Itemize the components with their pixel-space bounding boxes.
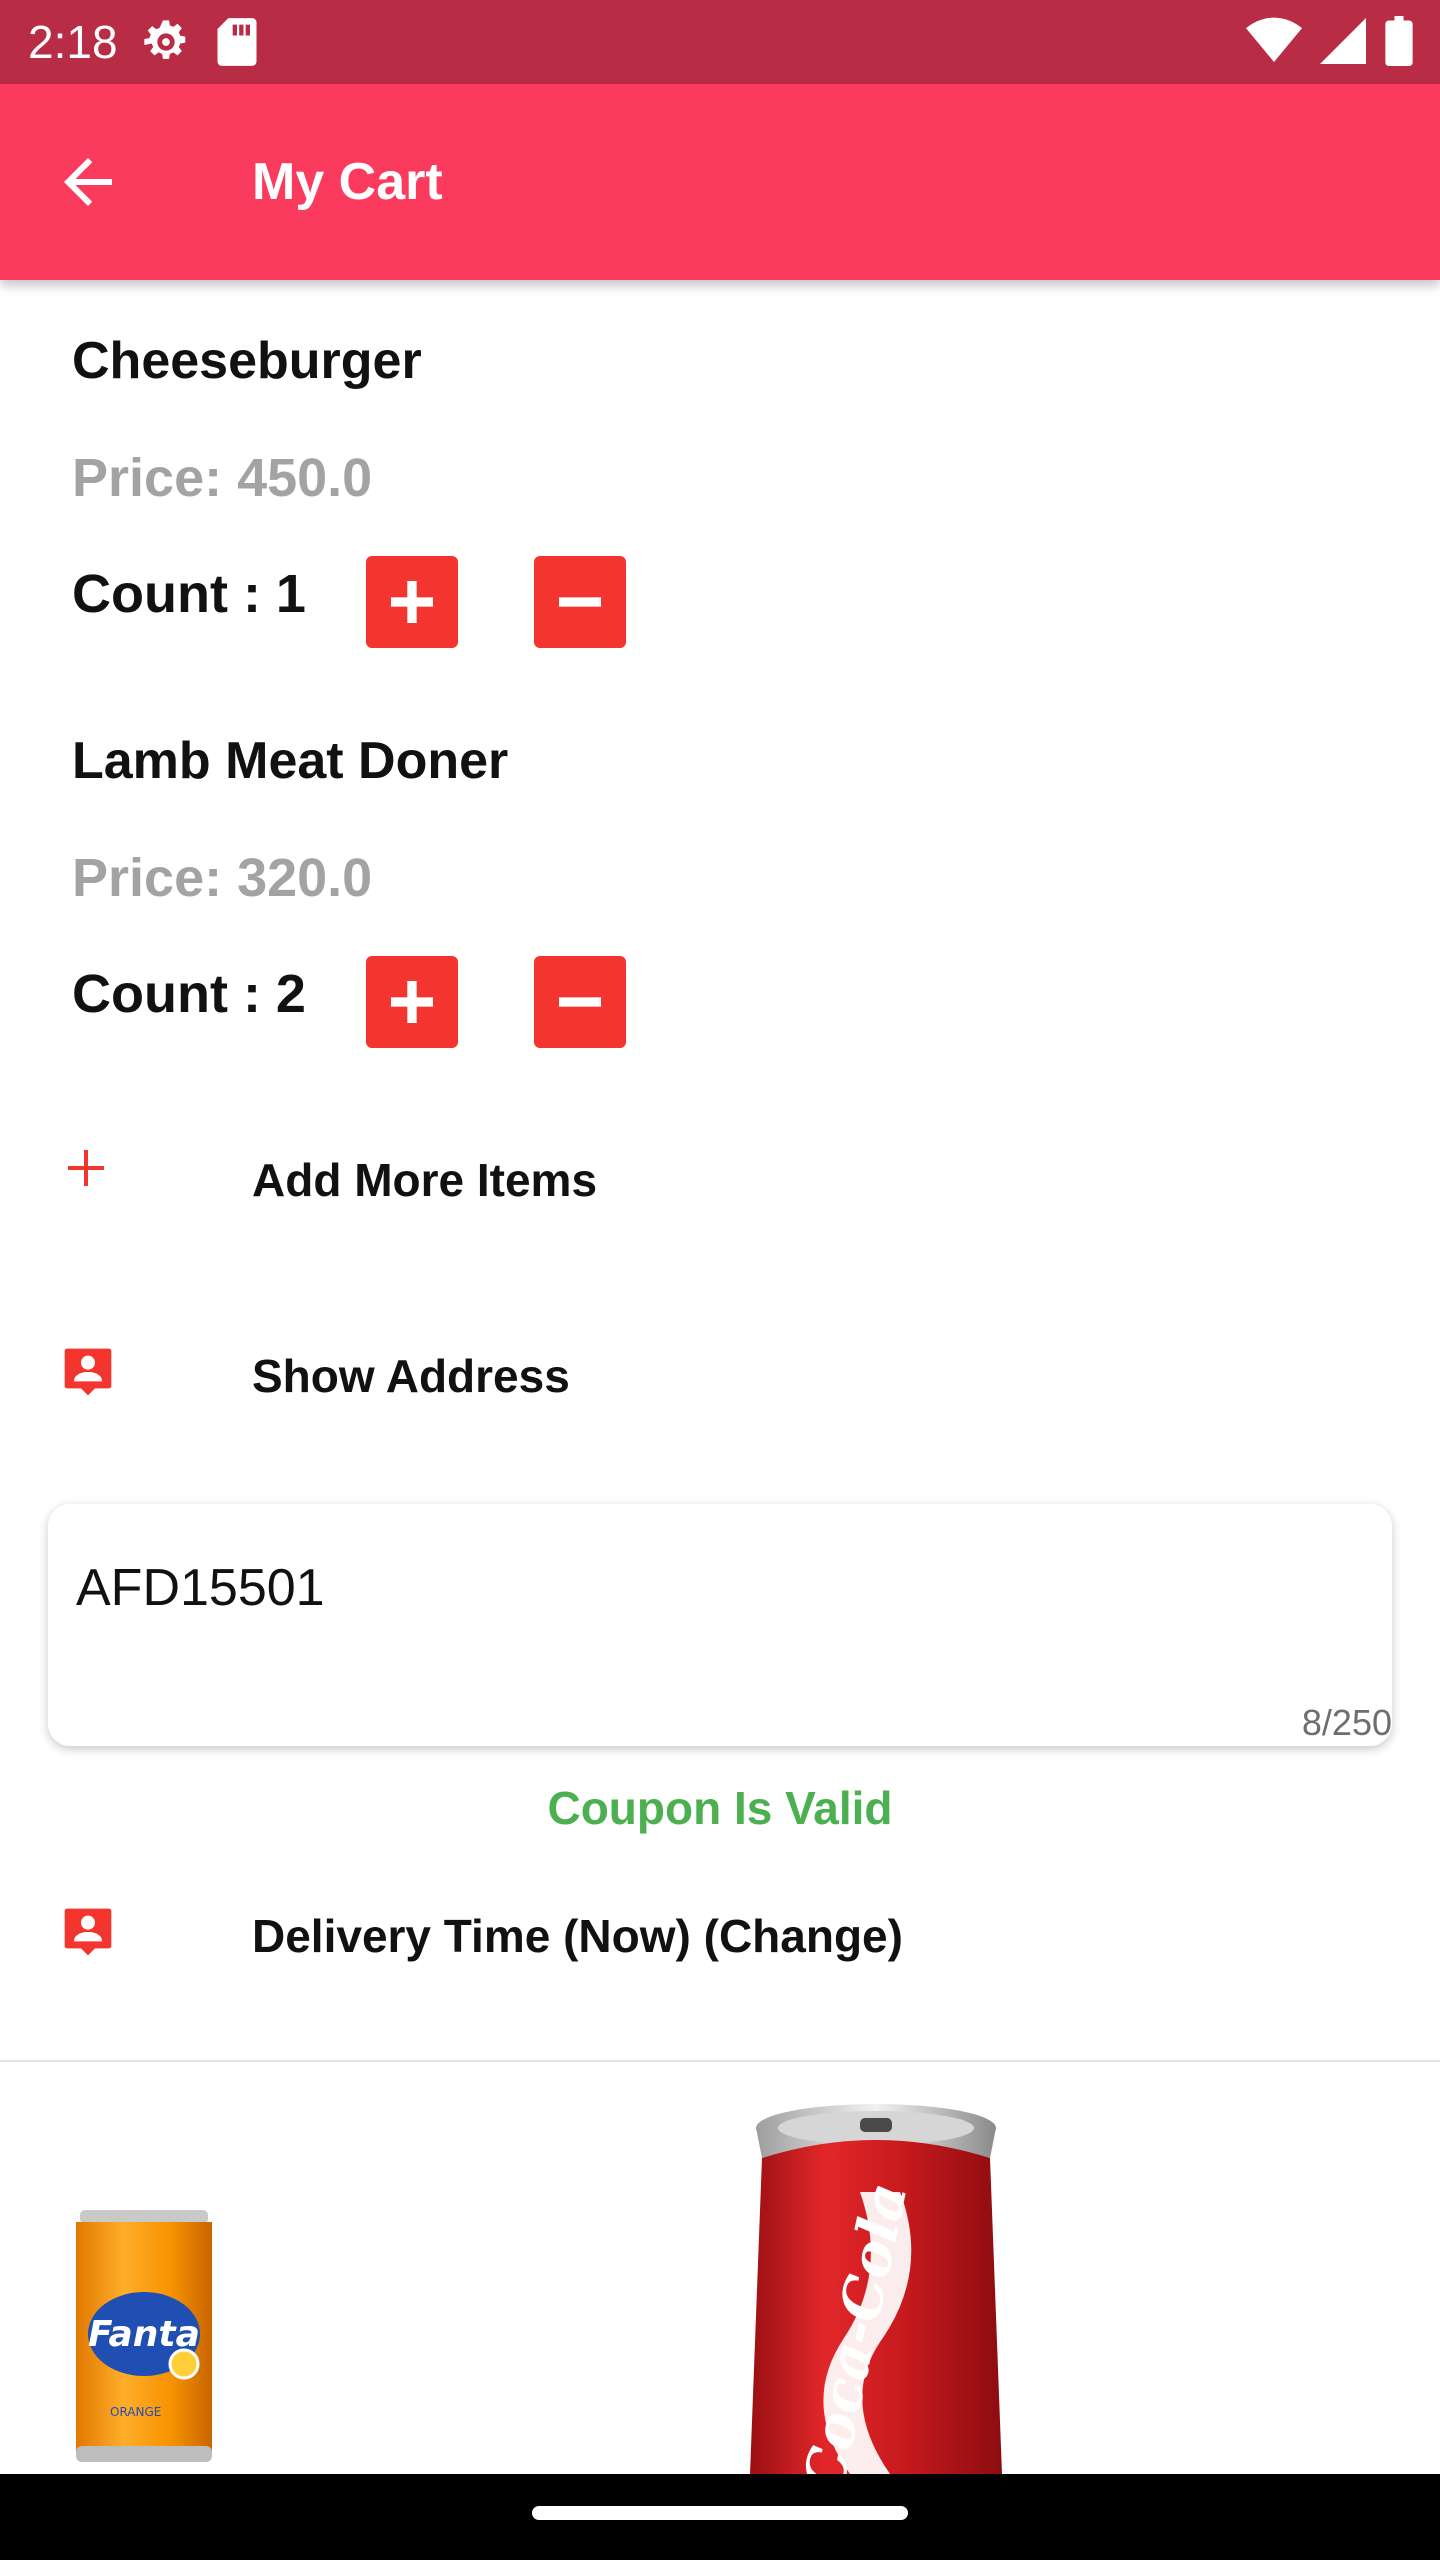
signal-icon bbox=[1320, 17, 1366, 70]
wifi-icon bbox=[1246, 17, 1302, 70]
page-title: My Cart bbox=[252, 153, 443, 211]
decrease-quantity-button[interactable] bbox=[534, 956, 626, 1048]
status-bar: 2:18 bbox=[0, 0, 1440, 84]
battery-icon bbox=[1384, 16, 1414, 71]
item-price: Price: 450.0 bbox=[72, 448, 373, 508]
coupon-status: Coupon Is Valid bbox=[547, 1782, 893, 1834]
app-bar: My Cart bbox=[0, 84, 1440, 280]
minus-icon bbox=[559, 597, 601, 607]
item-count: Count : 1 bbox=[72, 564, 306, 624]
item-price: Price: 320.0 bbox=[72, 848, 373, 908]
delivery-time-label: Delivery Time (Now) (Change) bbox=[252, 1910, 903, 1962]
item-name: Lamb Meat Doner bbox=[72, 732, 509, 790]
contact-card-icon bbox=[60, 1344, 116, 1400]
increase-quantity-button[interactable] bbox=[366, 556, 458, 648]
add-more-items-label: Add More Items bbox=[252, 1154, 598, 1206]
fanta-flavor-text: ORANGE bbox=[110, 2405, 161, 2419]
contact-card-icon bbox=[60, 1904, 116, 1960]
status-time: 2:18 bbox=[28, 16, 118, 68]
decrease-quantity-button[interactable] bbox=[534, 556, 626, 648]
plus-icon bbox=[391, 581, 433, 623]
navigation-bar bbox=[0, 2474, 1440, 2560]
increase-quantity-button[interactable] bbox=[366, 956, 458, 1048]
back-button[interactable] bbox=[40, 134, 136, 230]
minus-icon bbox=[559, 997, 601, 1007]
plus-icon bbox=[391, 981, 433, 1023]
home-gesture-handle[interactable] bbox=[532, 2506, 908, 2520]
coca-cola-can-image: Coca-Cola bbox=[750, 2104, 1002, 2499]
settings-icon bbox=[140, 16, 192, 73]
fanta-can-image: Fanta ORANGE bbox=[76, 2210, 212, 2462]
drink-coca-cola[interactable]: Coca-Cola bbox=[744, 2102, 1008, 2499]
arrow-back-icon bbox=[64, 158, 112, 206]
delivery-time-button[interactable]: Delivery Time (Now) (Change) bbox=[0, 1896, 1440, 2006]
coupon-value: AFD15501 bbox=[76, 1559, 325, 1617]
item-name: Cheeseburger bbox=[72, 332, 422, 390]
show-address-button[interactable]: Show Address bbox=[0, 1336, 1440, 1446]
add-more-items-button[interactable]: Add More Items bbox=[0, 1140, 1440, 1250]
item-count: Count : 2 bbox=[72, 964, 306, 1024]
character-counter: 8/250 bbox=[1301, 1702, 1392, 1743]
sd-card-icon bbox=[214, 16, 260, 73]
add-icon bbox=[58, 1140, 114, 1196]
drink-fanta[interactable]: Fanta ORANGE bbox=[72, 2206, 216, 2471]
show-address-label: Show Address bbox=[252, 1350, 570, 1402]
coupon-input[interactable]: AFD15501 8/250 bbox=[48, 1504, 1392, 1746]
divider bbox=[0, 2060, 1440, 2062]
